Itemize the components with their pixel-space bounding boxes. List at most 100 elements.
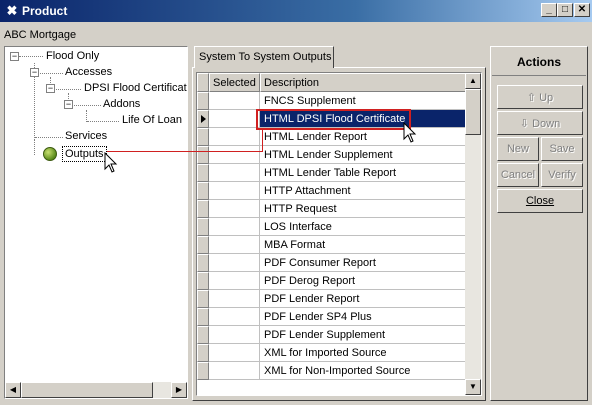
selected-cell[interactable] [209, 110, 260, 128]
description-cell[interactable]: PDF Lender Supplement [260, 326, 467, 344]
close-button[interactable]: Close [497, 189, 583, 213]
row-indicator[interactable] [197, 326, 209, 344]
product-tree[interactable]: − Flood Only − Accesses − DPSI Flood Cer… [4, 46, 188, 399]
row-indicator[interactable] [197, 308, 209, 326]
column-header-selected[interactable]: Selected [209, 73, 260, 92]
description-cell[interactable]: HTML Lender Supplement [260, 146, 467, 164]
column-header-description[interactable]: Description [260, 73, 467, 92]
description-cell[interactable]: LOS Interface [260, 218, 467, 236]
selected-cell[interactable] [209, 128, 260, 146]
tab-system-to-system-outputs[interactable]: System To System Outputs [194, 46, 334, 68]
title-bar[interactable]: ✖ Product _ □ ✕ [0, 0, 592, 22]
description-cell[interactable]: PDF Lender Report [260, 290, 467, 308]
selected-cell[interactable] [209, 326, 260, 344]
table-row[interactable]: PDF Consumer Report [197, 254, 467, 272]
selected-cell[interactable] [209, 308, 260, 326]
table-row[interactable]: PDF Derog Report [197, 272, 467, 290]
cancel-button[interactable]: Cancel [497, 163, 539, 187]
description-cell[interactable]: PDF Lender SP4 Plus [260, 308, 467, 326]
maximize-button[interactable]: □ [557, 3, 573, 17]
product-window: ✖ Product _ □ ✕ ABC Mortgage − Flood Onl… [0, 0, 592, 405]
selected-cell[interactable] [209, 254, 260, 272]
selected-cell[interactable] [209, 272, 260, 290]
selected-cell[interactable] [209, 362, 260, 380]
selected-cell[interactable] [209, 344, 260, 362]
highlight-box [256, 109, 411, 130]
row-indicator[interactable] [197, 290, 209, 308]
expand-toggle-flood-only[interactable]: − [10, 52, 19, 61]
up-button[interactable]: ⇧ Up [497, 85, 583, 109]
tree-node-life-of-loan[interactable]: Life Of Loan [122, 114, 182, 126]
row-indicator[interactable] [197, 218, 209, 236]
table-row[interactable]: MBA Format [197, 236, 467, 254]
tree-horizontal-scrollbar[interactable]: ◀ ▶ [5, 382, 187, 398]
row-indicator[interactable] [197, 272, 209, 290]
table-row[interactable]: XML for Non-Imported Source [197, 362, 467, 380]
scroll-up-button[interactable]: ▲ [465, 73, 481, 89]
description-cell[interactable]: XML for Imported Source [260, 344, 467, 362]
row-indicator[interactable] [197, 164, 209, 182]
table-row[interactable]: FNCS Supplement [197, 92, 467, 110]
minimize-button[interactable]: _ [541, 3, 557, 17]
company-label: ABC Mortgage [4, 29, 77, 41]
description-cell[interactable]: PDF Consumer Report [260, 254, 467, 272]
highlight-connector-vertical [262, 129, 263, 151]
expand-toggle-accesses[interactable]: − [30, 68, 39, 77]
description-cell[interactable]: HTTP Attachment [260, 182, 467, 200]
table-row[interactable]: HTML Lender Table Report [197, 164, 467, 182]
tree-node-dpsi-flood-certification[interactable]: DPSI Flood Certificatio [84, 82, 187, 94]
row-indicator[interactable] [197, 254, 209, 272]
row-indicator[interactable] [197, 146, 209, 164]
row-indicator[interactable] [197, 110, 209, 128]
table-row[interactable]: PDF Lender Supplement [197, 326, 467, 344]
selected-cell[interactable] [209, 200, 260, 218]
grid-vertical-scrollbar[interactable]: ▲ ▼ [465, 73, 481, 395]
table-row[interactable]: LOS Interface [197, 218, 467, 236]
description-cell[interactable]: PDF Derog Report [260, 272, 467, 290]
table-row[interactable]: HTTP Attachment [197, 182, 467, 200]
selected-cell[interactable] [209, 92, 260, 110]
tree-scroll-thumb[interactable] [21, 382, 153, 398]
selected-cell[interactable] [209, 182, 260, 200]
row-indicator[interactable] [197, 182, 209, 200]
selected-cell[interactable] [209, 164, 260, 182]
selected-cell[interactable] [209, 146, 260, 164]
tree-node-services[interactable]: Services [65, 130, 107, 142]
down-button[interactable]: ⇩ Down [497, 111, 583, 135]
app-icon: ✖ [6, 3, 18, 18]
table-row[interactable]: HTML Lender Report [197, 128, 467, 146]
row-indicator[interactable] [197, 128, 209, 146]
description-cell[interactable]: MBA Format [260, 236, 467, 254]
description-cell[interactable]: HTML Lender Table Report [260, 164, 467, 182]
selected-cell[interactable] [209, 290, 260, 308]
description-cell[interactable]: HTML Lender Report [260, 128, 467, 146]
row-indicator[interactable] [197, 200, 209, 218]
row-indicator[interactable] [197, 236, 209, 254]
table-row[interactable]: PDF Lender Report [197, 290, 467, 308]
row-indicator[interactable] [197, 92, 209, 110]
description-cell[interactable]: HTTP Request [260, 200, 467, 218]
scroll-right-button[interactable]: ▶ [171, 382, 187, 398]
save-button[interactable]: Save [541, 137, 583, 161]
description-cell[interactable]: XML for Non-Imported Source [260, 362, 467, 380]
row-indicator[interactable] [197, 344, 209, 362]
table-row[interactable]: PDF Lender SP4 Plus [197, 308, 467, 326]
selected-cell[interactable] [209, 236, 260, 254]
new-button[interactable]: New [497, 137, 539, 161]
expand-toggle-dpsi[interactable]: − [46, 84, 55, 93]
table-row[interactable]: HTTP Request [197, 200, 467, 218]
selected-cell[interactable] [209, 218, 260, 236]
row-indicator[interactable] [197, 362, 209, 380]
verify-button[interactable]: Verify [541, 163, 583, 187]
tree-node-flood-only[interactable]: Flood Only [46, 50, 99, 62]
table-row[interactable]: HTML Lender Supplement [197, 146, 467, 164]
expand-toggle-addons[interactable]: − [64, 100, 73, 109]
tree-node-addons[interactable]: Addons [103, 98, 140, 110]
tree-node-accesses[interactable]: Accesses [65, 66, 112, 78]
scroll-down-button[interactable]: ▼ [465, 379, 481, 395]
table-row[interactable]: XML for Imported Source [197, 344, 467, 362]
scroll-left-button[interactable]: ◀ [5, 382, 21, 398]
close-window-button[interactable]: ✕ [574, 3, 590, 17]
grid-scroll-thumb[interactable] [465, 89, 481, 135]
description-cell[interactable]: FNCS Supplement [260, 92, 467, 110]
